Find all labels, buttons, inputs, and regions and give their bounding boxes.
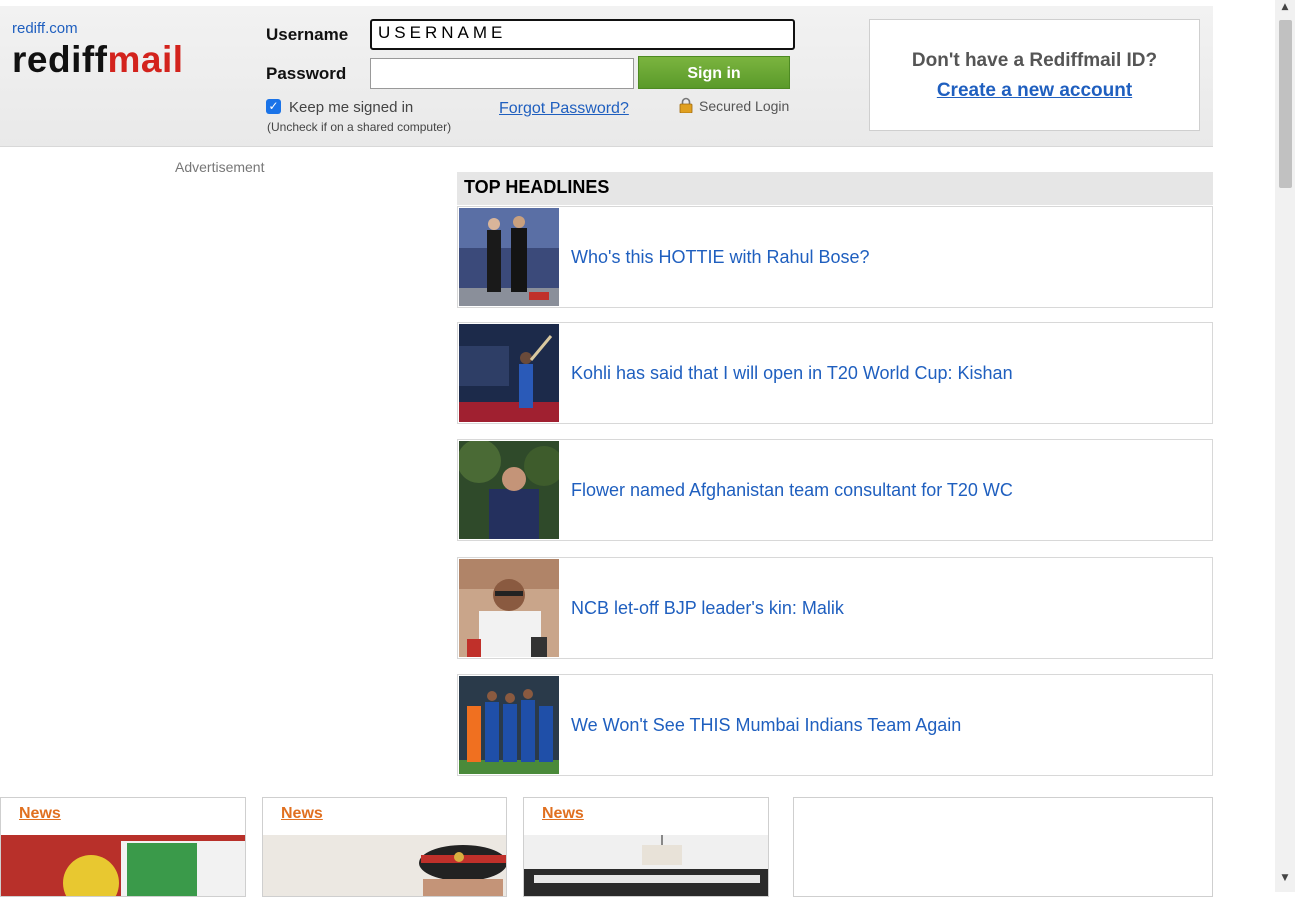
forgot-password-link[interactable]: Forgot Password? bbox=[499, 100, 629, 118]
headline-thumbnail[interactable] bbox=[459, 676, 559, 774]
headline-item[interactable]: Kohli has said that I will open in T20 W… bbox=[457, 322, 1213, 424]
page-scrollbar[interactable]: ▲ ▼ bbox=[1275, 0, 1295, 892]
scrollbar-thumb[interactable] bbox=[1279, 20, 1292, 188]
login-header: rediff.com rediffmail Username USERNAME … bbox=[0, 6, 1213, 147]
headline-thumbnail[interactable] bbox=[459, 208, 559, 306]
username-input[interactable]: USERNAME bbox=[370, 19, 795, 50]
headline-thumbnail[interactable] bbox=[459, 559, 559, 657]
headline-link[interactable]: Who's this HOTTIE with Rahul Bose? bbox=[571, 207, 870, 307]
headline-item[interactable]: NCB let-off BJP leader's kin: Malik bbox=[457, 557, 1213, 659]
create-account-link[interactable]: Create a new account bbox=[870, 80, 1199, 102]
headline-thumbnail[interactable] bbox=[459, 324, 559, 422]
keep-signed-in-checkbox[interactable]: ✓ bbox=[266, 99, 281, 114]
keep-signed-in-label: Keep me signed in bbox=[289, 99, 414, 116]
headline-item[interactable]: We Won't See THIS Mumbai Indians Team Ag… bbox=[457, 674, 1213, 776]
scroll-down-arrow-icon[interactable]: ▼ bbox=[1275, 873, 1295, 890]
secured-login-text: Secured Login bbox=[699, 98, 790, 114]
advertisement-label: Advertisement bbox=[175, 159, 265, 175]
logo-part-mail: mail bbox=[107, 39, 184, 80]
top-headlines-title: TOP HEADLINES bbox=[457, 172, 1213, 205]
news-category-link[interactable]: News bbox=[542, 805, 584, 823]
news-thumbnail[interactable] bbox=[524, 835, 768, 896]
rediffmail-logo[interactable]: rediffmail bbox=[12, 40, 184, 80]
password-input[interactable] bbox=[370, 58, 634, 89]
password-label: Password bbox=[266, 64, 347, 83]
news-card[interactable]: News bbox=[262, 797, 507, 897]
username-label: Username bbox=[266, 25, 349, 44]
rediff-home-link[interactable]: rediff.com bbox=[12, 20, 78, 37]
news-category-link[interactable]: News bbox=[281, 805, 323, 823]
headline-link[interactable]: Flower named Afghanistan team consultant… bbox=[571, 440, 1013, 540]
news-thumbnail[interactable] bbox=[263, 835, 506, 896]
signup-question: Don't have a Rediffmail ID? bbox=[911, 50, 1158, 71]
logo-part-rediff: rediff bbox=[12, 39, 108, 80]
headline-item[interactable]: Who's this HOTTIE with Rahul Bose? bbox=[457, 206, 1213, 308]
headline-link[interactable]: We Won't See THIS Mumbai Indians Team Ag… bbox=[571, 675, 961, 775]
headline-item[interactable]: Flower named Afghanistan team consultant… bbox=[457, 439, 1213, 541]
shared-computer-note: (Uncheck if on a shared computer) bbox=[267, 120, 452, 134]
news-card[interactable]: News bbox=[523, 797, 769, 897]
headline-link[interactable]: Kohli has said that I will open in T20 W… bbox=[571, 323, 1013, 423]
headline-link[interactable]: NCB let-off BJP leader's kin: Malik bbox=[571, 558, 844, 658]
headline-thumbnail[interactable] bbox=[459, 441, 559, 539]
sign-in-button[interactable]: Sign in bbox=[638, 56, 790, 89]
news-category-link[interactable]: News bbox=[19, 805, 61, 823]
news-thumbnail[interactable] bbox=[1, 835, 245, 896]
ad-card bbox=[793, 797, 1213, 897]
scroll-up-arrow-icon[interactable]: ▲ bbox=[1275, 2, 1295, 19]
lock-icon bbox=[679, 97, 693, 113]
signup-box: Don't have a Rediffmail ID? Create a new… bbox=[869, 19, 1200, 131]
news-card[interactable]: News bbox=[0, 797, 246, 897]
